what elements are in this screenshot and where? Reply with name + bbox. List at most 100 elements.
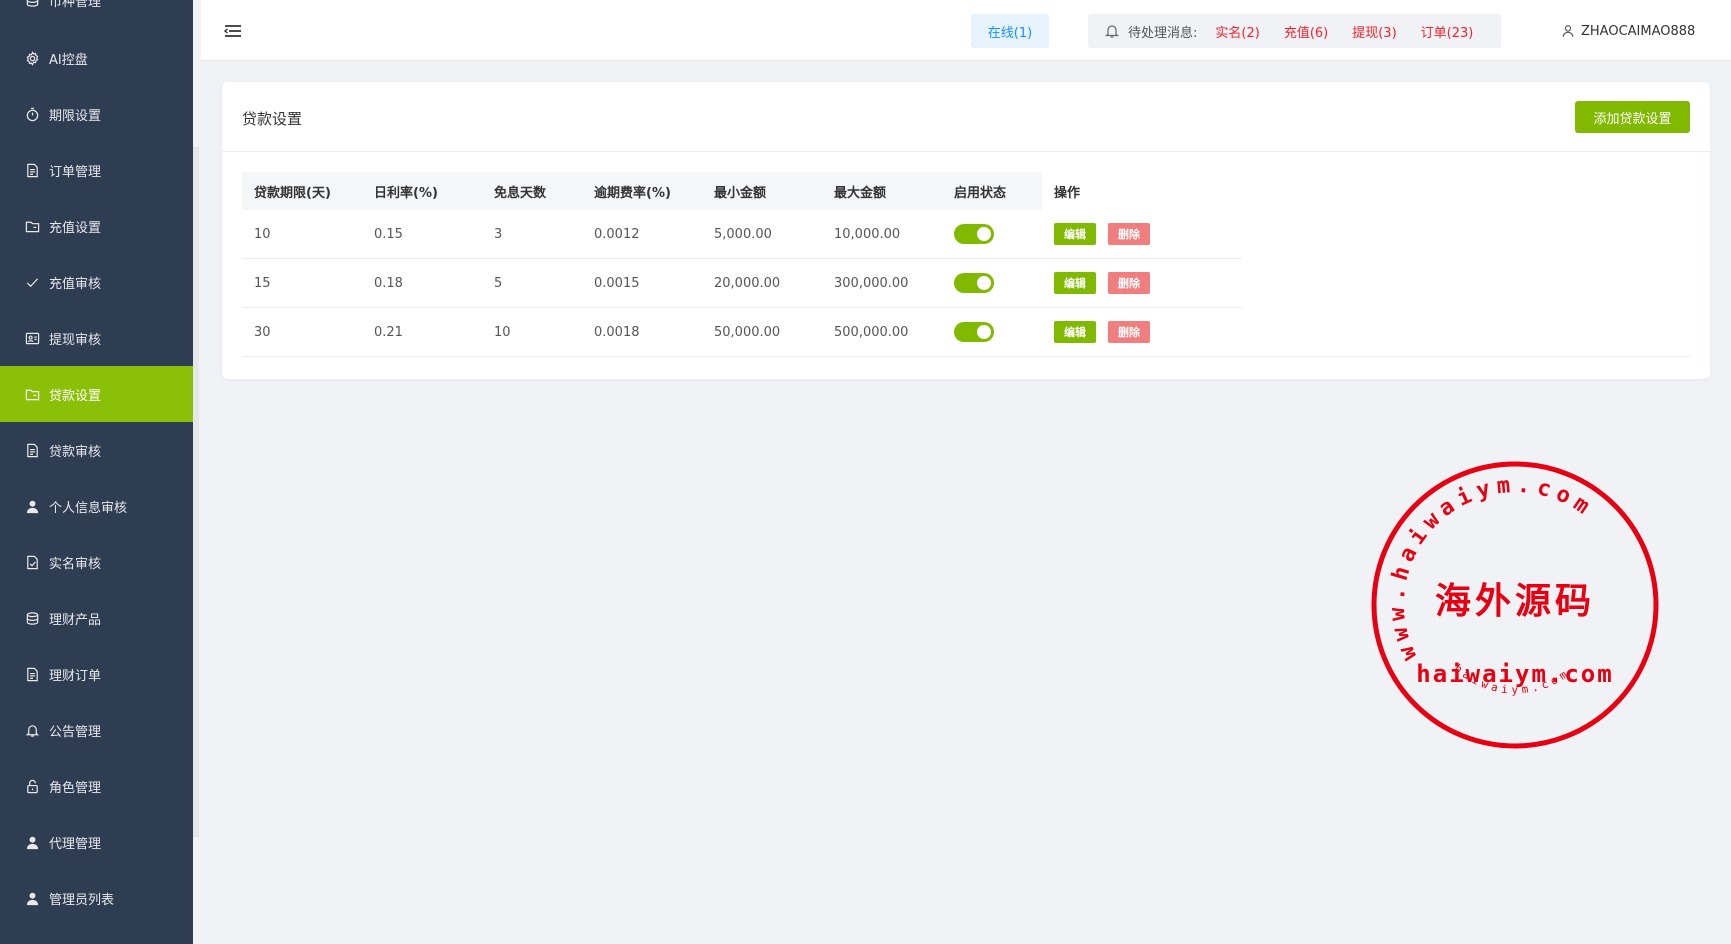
watermark-stamp: www.haiwaiym.com 海外源码 haiwaiym.com haiwa…	[1371, 461, 1659, 749]
sidebar-item-label: 个人信息审核	[49, 500, 128, 516]
table-header: 贷款期限(天) 日利率(%) 免息天数 逾期费率(%) 最小金额 最大金额 启用…	[242, 172, 1690, 210]
loan-settings-table: 贷款期限(天) 日利率(%) 免息天数 逾期费率(%) 最小金额 最大金额 启用…	[242, 172, 1690, 357]
document-icon	[24, 442, 40, 458]
cell-term: 30	[254, 324, 271, 340]
sidebar-item-label: 充值审核	[49, 276, 102, 292]
sidebar-item-ai-control[interactable]: AI控盘	[0, 30, 193, 86]
sidebar-item-label: 期限设置	[49, 108, 102, 124]
sidebar-item-personal-info-review[interactable]: 个人信息审核	[0, 478, 193, 534]
username-label: ZHAOCAIMAO888	[1581, 23, 1696, 39]
page-title: 贷款设置	[242, 110, 303, 128]
cell-overdue-rate: 0.0018	[594, 324, 640, 340]
sidebar-item-label: 币种管理	[49, 0, 102, 10]
enable-toggle[interactable]	[954, 224, 994, 244]
watermark-center-text: 海外源码	[1435, 580, 1595, 622]
menu-toggle-icon[interactable]	[223, 22, 243, 40]
edit-button[interactable]: 编辑	[1054, 272, 1096, 294]
user-menu[interactable]: ZHAOCAIMAO888	[1561, 14, 1695, 48]
user-icon	[24, 890, 40, 906]
sidebar-item-agents[interactable]: 代理管理	[0, 814, 193, 870]
sidebar-item-loan-settings[interactable]: 贷款设置	[0, 366, 193, 422]
column-header: 最小金额	[702, 172, 822, 210]
cell-status	[942, 259, 1042, 308]
cell-term: 10	[254, 226, 271, 242]
lock-icon	[24, 778, 40, 794]
document-check-icon	[24, 554, 40, 570]
sidebar-scrollbar[interactable]	[193, 147, 199, 837]
cell-min-amount: 5,000.00	[714, 226, 772, 242]
timer-icon	[24, 106, 40, 122]
cell-max-amount: 500,000.00	[834, 324, 909, 340]
sidebar-item-label: 理财订单	[49, 668, 102, 684]
sidebar-item-roles[interactable]: 角色管理	[0, 758, 193, 814]
document-icon	[24, 666, 40, 682]
add-loan-setting-button[interactable]: 添加贷款设置	[1575, 101, 1690, 133]
column-header: 贷款期限(天)	[242, 172, 362, 210]
column-header: 日利率(%)	[362, 172, 482, 210]
delete-button[interactable]: 删除	[1108, 272, 1150, 294]
cell-overdue-rate: 0.0015	[594, 275, 640, 291]
table-row: 30 0.21 10 0.0018 50,000.00 500,000.00 编…	[242, 308, 1690, 357]
database-icon	[24, 0, 40, 8]
pending-withdraw-link[interactable]: 提现(3)	[1352, 22, 1396, 41]
sidebar-item-label: 代理管理	[49, 836, 102, 852]
sidebar-item-label: 贷款审核	[49, 444, 102, 460]
column-header: 操作	[1042, 172, 1242, 210]
database-icon	[24, 610, 40, 626]
sidebar-item-term-settings[interactable]: 期限设置	[0, 86, 193, 142]
sidebar-item-loan-review[interactable]: 贷款审核	[0, 422, 193, 478]
enable-toggle[interactable]	[954, 322, 994, 342]
cell-actions: 编辑 删除	[1042, 210, 1242, 259]
sidebar-item-label: 订单管理	[49, 164, 102, 180]
sidebar-item-announcements[interactable]: 公告管理	[0, 702, 193, 758]
bell-icon	[24, 722, 40, 738]
bell-icon	[1104, 23, 1120, 39]
sidebar-item-label: 管理员列表	[49, 892, 115, 908]
cell-term: 15	[254, 275, 271, 291]
pending-recharge-link[interactable]: 充值(6)	[1284, 22, 1328, 41]
sidebar-item-recharge-settings[interactable]: 充值设置	[0, 198, 193, 254]
document-icon	[24, 162, 40, 178]
delete-button[interactable]: 删除	[1108, 223, 1150, 245]
cell-free-days: 10	[494, 324, 511, 340]
sidebar-item-currency[interactable]: 币种管理	[0, 0, 193, 28]
id-card-icon	[24, 330, 40, 346]
sidebar-item-orders[interactable]: 订单管理	[0, 142, 193, 198]
gear-icon	[24, 50, 40, 66]
column-header: 免息天数	[482, 172, 582, 210]
sidebar: 币种管理 AI控盘 期限设置 订单管理 充值设置 充值审核 提现审核 贷款设置 …	[0, 0, 193, 944]
user-icon	[1561, 24, 1575, 38]
folder-icon	[24, 218, 40, 234]
pending-realname-link[interactable]: 实名(2)	[1215, 22, 1259, 41]
sidebar-item-realname-review[interactable]: 实名审核	[0, 534, 193, 590]
online-count-badge[interactable]: 在线(1)	[971, 14, 1049, 48]
sidebar-item-admins[interactable]: 管理员列表	[0, 870, 193, 926]
pending-label: 待处理消息:	[1128, 25, 1198, 41]
cell-max-amount: 300,000.00	[834, 275, 909, 291]
sidebar-item-label: 角色管理	[49, 780, 102, 796]
sidebar-item-label: 贷款设置	[49, 388, 102, 404]
delete-button[interactable]: 删除	[1108, 321, 1150, 343]
enable-toggle[interactable]	[954, 273, 994, 293]
sidebar-item-finance-products[interactable]: 理财产品	[0, 590, 193, 646]
loan-settings-card: 贷款设置 添加贷款设置 贷款期限(天) 日利率(%) 免息天数 逾期费率(%) …	[222, 82, 1710, 379]
cell-min-amount: 50,000.00	[714, 324, 781, 340]
cell-actions: 编辑 删除	[1042, 259, 1242, 308]
sidebar-item-label: 实名审核	[49, 556, 102, 572]
user-icon	[24, 834, 40, 850]
pending-orders-link[interactable]: 订单(23)	[1421, 22, 1474, 41]
edit-button[interactable]: 编辑	[1054, 223, 1096, 245]
pending-messages-bar: 待处理消息: 实名(2) 充值(6) 提现(3) 订单(23)	[1088, 14, 1501, 48]
cell-free-days: 5	[494, 275, 503, 291]
user-icon	[24, 498, 40, 514]
cell-max-amount: 10,000.00	[834, 226, 901, 242]
top-header: 在线(1) 待处理消息: 实名(2) 充值(6) 提现(3) 订单(23) ZH…	[201, 0, 1731, 61]
cell-status	[942, 308, 1042, 357]
sidebar-item-finance-orders[interactable]: 理财订单	[0, 646, 193, 702]
column-header: 逾期费率(%)	[582, 172, 702, 210]
folder-icon	[24, 386, 40, 402]
edit-button[interactable]: 编辑	[1054, 321, 1096, 343]
sidebar-item-withdraw-review[interactable]: 提现审核	[0, 310, 193, 366]
sidebar-item-recharge-review[interactable]: 充值审核	[0, 254, 193, 310]
sidebar-item-label: 公告管理	[49, 724, 102, 740]
